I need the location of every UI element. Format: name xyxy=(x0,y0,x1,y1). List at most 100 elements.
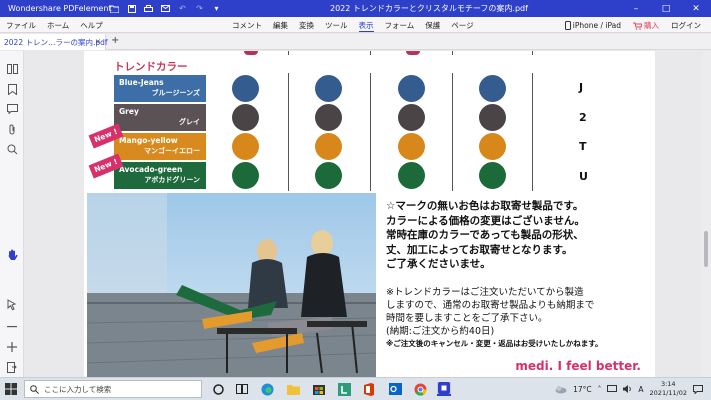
network-icon[interactable] xyxy=(607,385,618,393)
cortana-icon[interactable] xyxy=(211,382,225,396)
notification-icon[interactable] xyxy=(693,384,703,394)
fit-page-icon[interactable] xyxy=(6,361,18,373)
device-button[interactable]: iPhone / iPad xyxy=(564,21,621,30)
pdf-page: トレンドカラー Blue-Jeans ブルージーンズ J Grey グレイ 2 … xyxy=(84,51,655,377)
folder-icon[interactable] xyxy=(110,4,119,13)
tab-view[interactable]: 表示 xyxy=(358,20,374,32)
menu-file[interactable]: ファイル xyxy=(6,20,36,31)
hand-tool-icon[interactable] xyxy=(6,249,18,261)
column-line xyxy=(288,51,289,55)
taskbar-search[interactable]: ここに入力して検索 xyxy=(24,380,202,398)
tab-form[interactable]: フォーム xyxy=(385,20,415,32)
color-dot xyxy=(479,162,506,189)
taskbar-search-placeholder: ここに入力して検索 xyxy=(44,384,112,394)
vertical-scrollbar[interactable] xyxy=(702,51,711,377)
document-tab[interactable]: 2022 トレン…ラーの案内.pdf × xyxy=(0,34,108,50)
column-line xyxy=(288,73,289,191)
zoom-in-icon[interactable] xyxy=(6,341,18,353)
color-dot xyxy=(398,75,425,102)
swatch-name-en: Grey xyxy=(119,107,139,116)
select-tool-icon[interactable] xyxy=(6,299,18,311)
color-dot xyxy=(232,162,259,189)
column-line xyxy=(532,51,533,55)
tab-close-icon[interactable]: × xyxy=(95,37,101,46)
tab-tools[interactable]: ツール xyxy=(325,20,348,32)
thumbnails-icon[interactable] xyxy=(6,63,18,75)
mail-icon[interactable] xyxy=(161,4,170,13)
dropdown-icon[interactable]: ▾ xyxy=(212,4,221,13)
office-icon[interactable] xyxy=(362,382,376,396)
bookmark-icon[interactable] xyxy=(6,83,18,95)
close-icon[interactable]: ✕ xyxy=(681,0,711,17)
swatch-blue-jeans: Blue-Jeans ブルージーンズ xyxy=(114,75,206,102)
device-label: iPhone / iPad xyxy=(572,21,621,30)
pdfelement-taskbar-icon[interactable] xyxy=(437,382,451,396)
clock-date: 2021/11/02 xyxy=(649,389,687,397)
store-icon[interactable] xyxy=(312,382,326,396)
column-line xyxy=(532,73,533,191)
weather-icon xyxy=(555,385,567,393)
ime-indicator[interactable]: A xyxy=(638,385,643,394)
swatch-name-en: Blue-Jeans xyxy=(119,78,164,87)
tab-page[interactable]: ページ xyxy=(451,20,473,32)
notice-line: 丈、加工によってお取寄せとなります。 xyxy=(386,243,573,256)
window-controls: – □ ✕ xyxy=(621,0,711,17)
outlook-icon[interactable] xyxy=(388,382,402,396)
save-icon[interactable] xyxy=(127,4,136,13)
task-view-icon[interactable] xyxy=(235,382,249,396)
tray-chevron-icon[interactable]: ˄ xyxy=(598,385,602,394)
menu-home[interactable]: ホーム xyxy=(47,20,69,31)
title-bar: Wondershare PDFelement ↶ ↷ ▾ 2022 トレンドカラ… xyxy=(0,0,711,17)
add-tab-button[interactable]: + xyxy=(111,35,119,46)
redo-icon[interactable]: ↷ xyxy=(195,4,204,13)
color-dot xyxy=(315,75,342,102)
file-explorer-icon[interactable] xyxy=(286,382,300,396)
tab-comment[interactable]: コメント xyxy=(232,20,262,32)
color-dot-partial xyxy=(244,51,258,55)
print-icon[interactable] xyxy=(144,4,153,13)
windows-start-icon[interactable] xyxy=(5,383,17,395)
windows-taskbar: ここに入力して検索 17°C ˄ A 3:14 2021/11/02 xyxy=(0,377,711,400)
buy-button[interactable]: 購入 xyxy=(633,20,659,31)
menu-left: ファイル ホーム ヘルプ xyxy=(6,20,103,31)
minimize-icon[interactable]: – xyxy=(621,0,651,17)
attachment-icon[interactable] xyxy=(6,123,18,135)
clock[interactable]: 3:14 2021/11/02 xyxy=(650,380,687,398)
color-dot xyxy=(232,133,259,160)
comment-icon[interactable] xyxy=(6,103,18,115)
tab-protect[interactable]: 保護 xyxy=(425,20,440,32)
maximize-icon[interactable]: □ xyxy=(651,0,681,17)
lifestyle-photo xyxy=(87,193,376,377)
undo-icon[interactable]: ↶ xyxy=(178,4,187,13)
search-icon xyxy=(30,384,39,394)
weather-temp[interactable]: 17°C xyxy=(573,385,592,394)
column-line xyxy=(370,73,371,191)
quick-access-toolbar: ↶ ↷ ▾ xyxy=(110,4,221,13)
tab-edit[interactable]: 編集 xyxy=(273,20,288,32)
color-dot xyxy=(315,133,342,160)
notice-main: ☆マークの無いお色はお取寄せ製品です。 カラーによる価格の変更はございません。 … xyxy=(386,199,651,272)
zoom-out-icon[interactable] xyxy=(6,321,18,333)
menu-help[interactable]: ヘルプ xyxy=(80,20,103,31)
document-title: 2022 トレンドカラーとクリスタルモチーフの案内.pdf xyxy=(330,4,528,13)
notice-line: 常時在庫のカラーであっても製品の形状、 xyxy=(386,229,584,241)
app-name: Wondershare PDFelement xyxy=(8,4,112,13)
app-l-icon[interactable] xyxy=(337,382,351,396)
chrome-icon[interactable] xyxy=(413,382,427,396)
color-dot xyxy=(479,75,506,102)
app-name-area: Wondershare PDFelement xyxy=(0,4,112,13)
login-button[interactable]: ログイン xyxy=(671,20,701,31)
search-icon[interactable] xyxy=(6,143,18,155)
tab-convert[interactable]: 変換 xyxy=(299,20,314,32)
notice-cancel: ※ご注文後のキャンセル・変更・返品はお受けいたしかねます。 xyxy=(386,339,603,348)
swatch-name-en: Avocado-green xyxy=(119,165,183,174)
edge-icon[interactable] xyxy=(260,382,274,396)
notice-line: (納期:ご注文から約40日) xyxy=(386,326,495,337)
color-dot xyxy=(398,104,425,131)
document-tab-label: 2022 トレン…ラーの案内.pdf xyxy=(4,38,108,47)
ribbon-tabs: コメント 編集 変換 ツール 表示 フォーム 保護 ページ xyxy=(232,20,474,32)
scrollbar-thumb[interactable] xyxy=(704,231,708,267)
volume-icon[interactable] xyxy=(623,385,632,393)
color-dot xyxy=(398,133,425,160)
notice-trend-color: ※トレンドカラーはご注文いただいてから製造 しますので、通常のお取寄せ製品よりも… xyxy=(386,286,651,338)
